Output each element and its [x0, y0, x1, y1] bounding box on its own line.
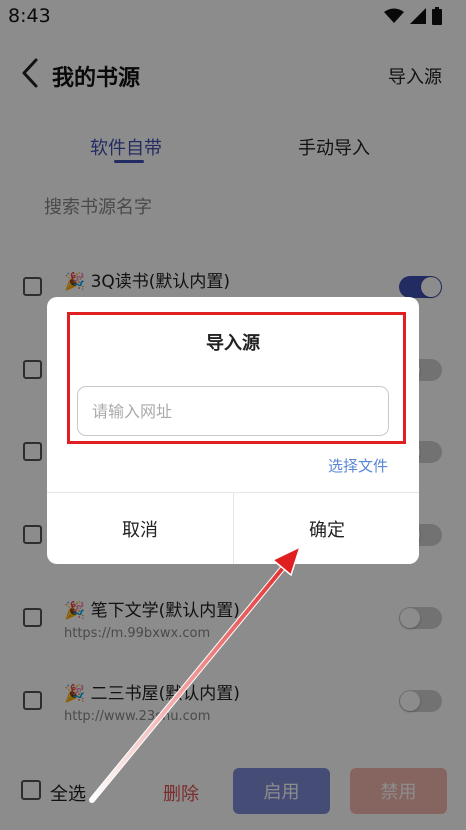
select-file-link[interactable]: 选择文件 — [328, 455, 388, 476]
cancel-button[interactable]: 取消 — [47, 493, 233, 564]
confirm-button[interactable]: 确定 — [234, 493, 419, 564]
annotation-highlight-box — [67, 312, 406, 444]
